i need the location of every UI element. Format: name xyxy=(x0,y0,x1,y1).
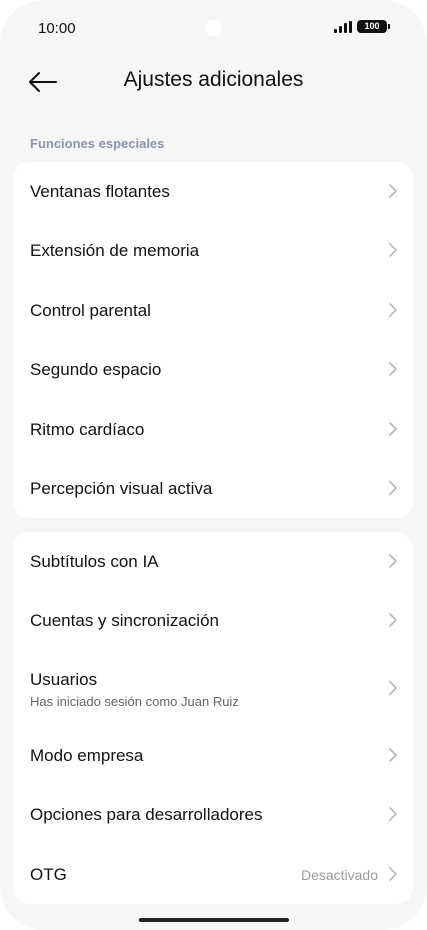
settings-card-special: Ventanas flotantes Extensión de memoria … xyxy=(13,162,413,518)
settings-card-general: Subtítulos con IA Cuentas y sincronizaci… xyxy=(13,532,413,904)
chevron-right-icon xyxy=(389,807,397,821)
row-extension-memoria[interactable]: Extensión de memoria xyxy=(13,221,413,280)
row-title: Control parental xyxy=(30,301,151,320)
chevron-right-icon xyxy=(389,554,397,568)
battery-icon: 100 xyxy=(357,20,390,33)
row-value: Desactivado xyxy=(300,867,378,883)
phone-screen: 10:00 100 Ajustes adicionales Funciones … xyxy=(0,0,427,930)
row-title: Segundo espacio xyxy=(30,360,162,379)
chevron-right-icon xyxy=(389,422,397,436)
row-title: Cuentas y sincronización xyxy=(30,611,219,630)
chevron-right-icon xyxy=(389,243,397,257)
row-title: Ritmo cardíaco xyxy=(30,420,145,439)
chevron-right-icon xyxy=(389,867,397,881)
status-icons: 100 xyxy=(334,20,390,33)
signal-icon xyxy=(334,20,352,33)
row-otg[interactable]: OTG Desactivado xyxy=(13,845,413,904)
row-title: Subtítulos con IA xyxy=(30,552,159,571)
chevron-right-icon xyxy=(389,362,397,376)
row-title: Usuarios xyxy=(30,670,98,689)
chevron-right-icon xyxy=(389,613,397,627)
page-title: Ajustes adicionales xyxy=(123,68,304,91)
row-segundo-espacio[interactable]: Segundo espacio xyxy=(13,340,413,399)
row-cuentas-sincronizacion[interactable]: Cuentas y sincronización xyxy=(13,591,413,650)
row-opciones-desarrolladores[interactable]: Opciones para desarrolladores xyxy=(13,785,413,844)
status-time: 10:00 xyxy=(38,20,76,37)
row-title: Extensión de memoria xyxy=(30,241,200,260)
row-subtitulos-ia[interactable]: Subtítulos con IA xyxy=(13,532,413,591)
chevron-right-icon xyxy=(389,748,397,762)
row-percepcion-visual[interactable]: Percepción visual activa xyxy=(13,459,413,518)
row-title: Modo empresa xyxy=(30,746,144,765)
row-subtitle: Has iniciado sesión como Juan Ruiz xyxy=(30,694,239,709)
front-camera xyxy=(205,20,221,36)
home-indicator[interactable] xyxy=(139,918,289,922)
row-title: OTG xyxy=(30,865,67,884)
row-title: Ventanas flotantes xyxy=(30,182,170,201)
row-title: Percepción visual activa xyxy=(30,479,213,498)
chevron-right-icon xyxy=(389,303,397,317)
row-title: Opciones para desarrolladores xyxy=(30,805,263,824)
chevron-right-icon xyxy=(389,681,397,695)
row-ritmo-cardiaco[interactable]: Ritmo cardíaco xyxy=(13,400,413,459)
chevron-right-icon xyxy=(389,184,397,198)
chevron-right-icon xyxy=(389,481,397,495)
row-usuarios[interactable]: Usuarios Has iniciado sesión como Juan R… xyxy=(13,651,413,726)
row-control-parental[interactable]: Control parental xyxy=(13,281,413,340)
section-label: Funciones especiales xyxy=(30,136,165,151)
row-modo-empresa[interactable]: Modo empresa xyxy=(13,726,413,785)
row-ventanas-flotantes[interactable]: Ventanas flotantes xyxy=(13,162,413,221)
